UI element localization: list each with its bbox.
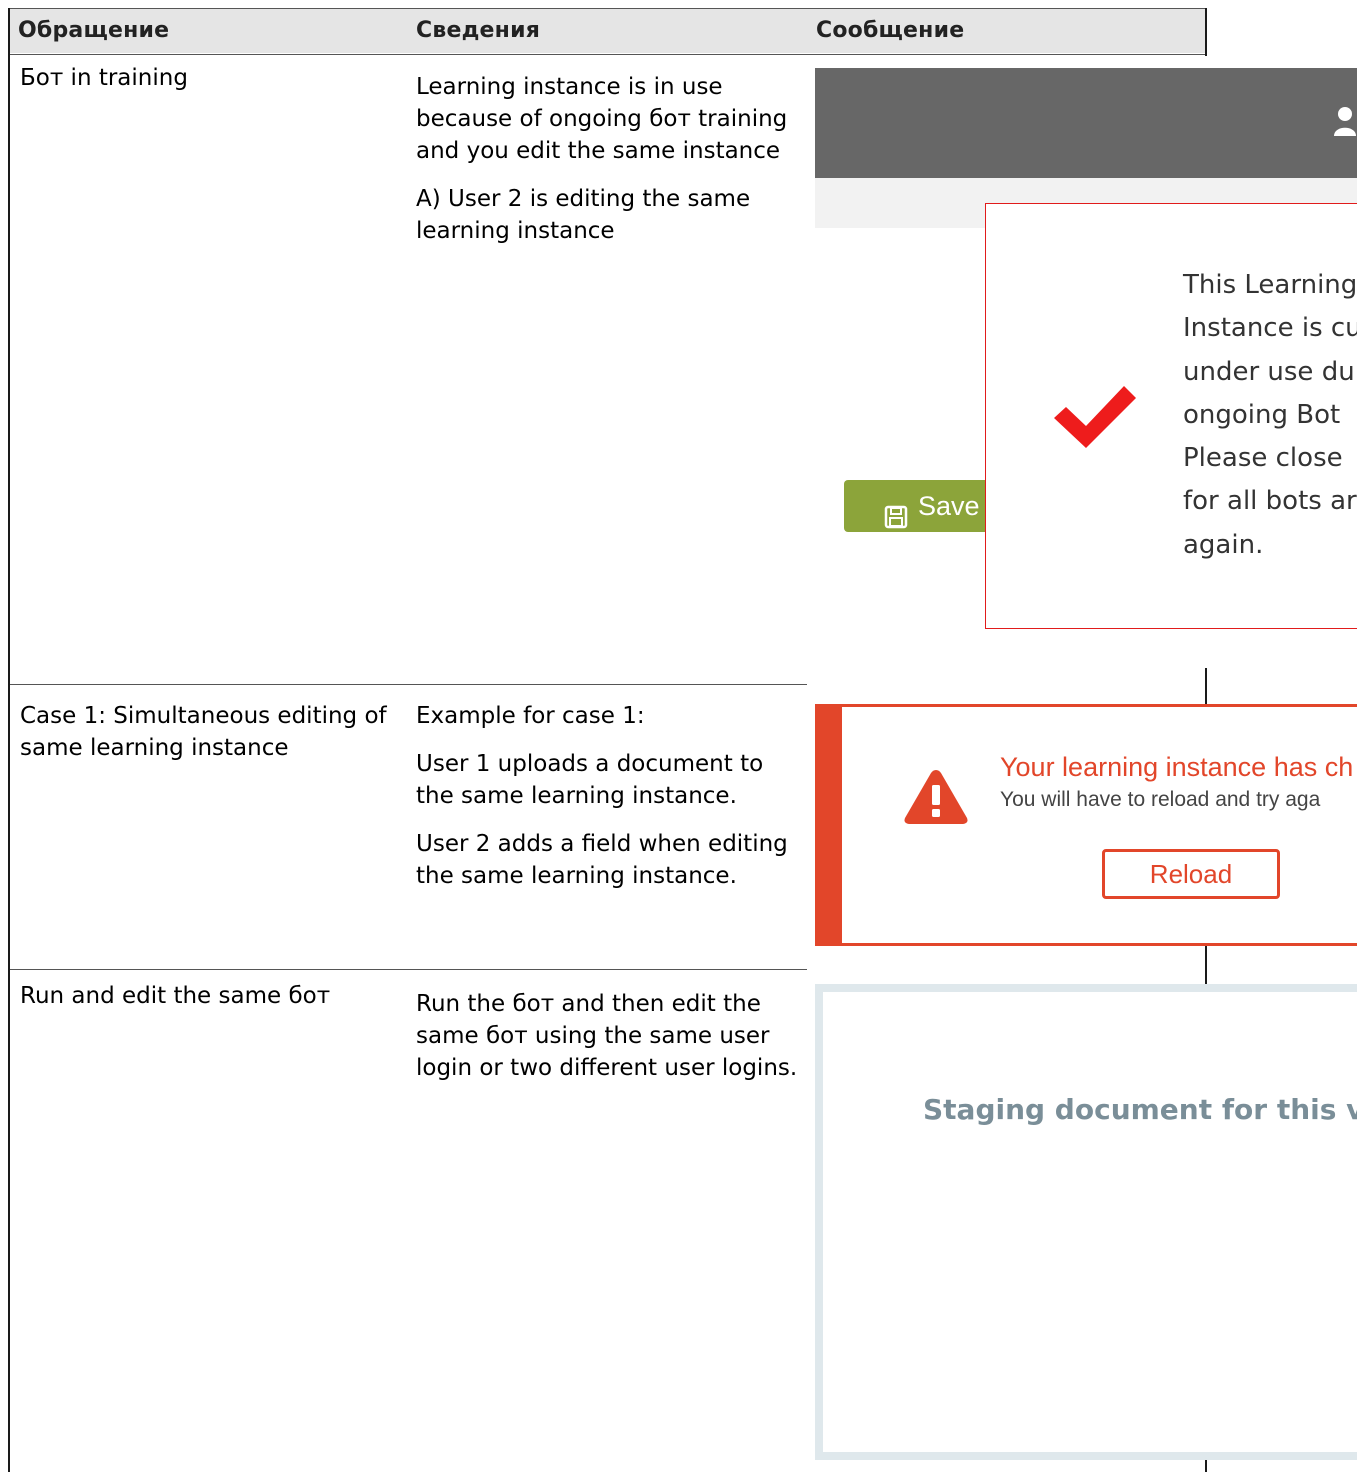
user-icon[interactable] <box>1333 106 1357 136</box>
table-top-border <box>9 8 1207 9</box>
alert-accent-bar <box>815 704 842 946</box>
checkmark-icon <box>1050 380 1140 452</box>
table-right-border <box>1205 8 1207 56</box>
row-issue: Case 1: Simultaneous editing of same lea… <box>20 703 387 761</box>
row-divider <box>9 684 807 685</box>
warning-icon <box>903 767 969 825</box>
header-message: Сообщение <box>816 18 965 43</box>
app-topbar <box>815 68 1357 178</box>
row-detail: User 2 adds a field when editing the sam… <box>416 831 788 889</box>
table-right-border <box>1205 668 1207 704</box>
header-details: Сведения <box>416 18 541 43</box>
reload-button[interactable]: Reload <box>1102 849 1280 899</box>
row-issue: Run and edit the same бот <box>20 983 331 1009</box>
row-detail: User 1 uploads a document to the same le… <box>416 751 764 809</box>
table-left-border <box>8 8 10 1472</box>
staging-message: Staging document for this vis <box>923 1093 1357 1126</box>
alert-title: Your learning instance has ch <box>1000 752 1354 782</box>
row-detail: A) User 2 is editing the same learning i… <box>416 186 751 244</box>
table-header-row <box>9 9 1206 53</box>
save-label: Save <box>918 491 980 521</box>
table-right-border <box>1205 1460 1207 1472</box>
row-divider <box>9 969 807 970</box>
staging-frame <box>815 984 1357 1460</box>
table-right-border <box>1205 946 1207 984</box>
dialog-message: This Learning Instance is cu under use d… <box>1183 270 1357 560</box>
header-issue: Обращение <box>18 18 170 43</box>
row-issue: Бот in training <box>20 65 188 91</box>
floppy-icon <box>884 494 908 529</box>
row-detail: Run the бот and then edit the same бот u… <box>416 991 798 1081</box>
row-detail: Learning instance is in use because of o… <box>416 74 788 164</box>
row-detail: Example for case 1: <box>416 703 645 729</box>
header-divider <box>9 54 1207 55</box>
alert-subtitle: You will have to reload and try aga <box>1000 788 1321 811</box>
